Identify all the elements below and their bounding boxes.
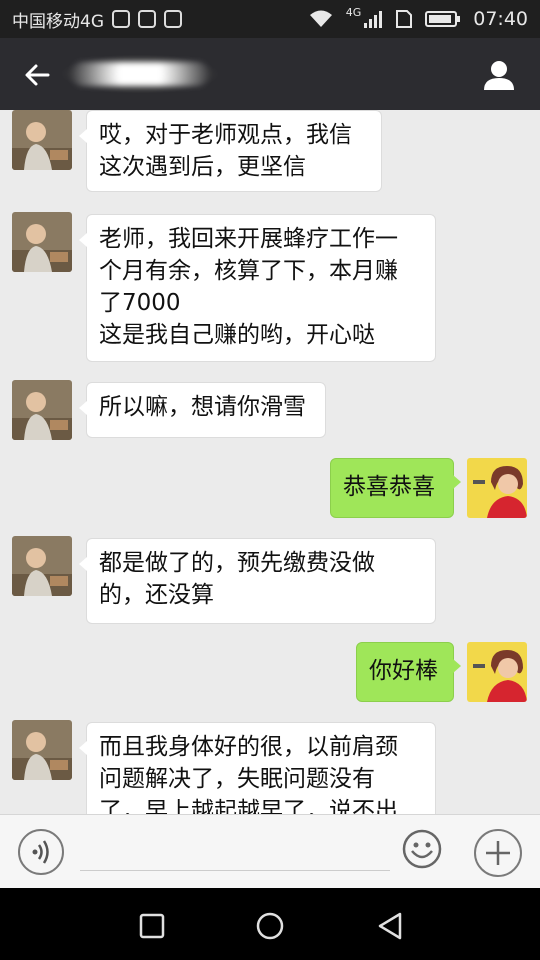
message-bubble[interactable]: 老师，我回来开展蜂疗工作一 个月有余，核算了下，本月赚 了7000 这是我自己赚… <box>79 214 436 362</box>
avatar[interactable] <box>12 380 72 440</box>
recent-apps-icon[interactable] <box>134 908 170 944</box>
message-bubble-self[interactable]: 恭喜恭喜 <box>330 458 461 518</box>
message-bubble[interactable]: 而且我身体好的很，以前肩颈 问题解决了，失眠问题没有 了，早上越起越早了，说不出 <box>79 722 436 814</box>
message-bubble[interactable]: 都是做了的，预先缴费没做 的，还没算 <box>79 538 436 624</box>
avatar[interactable] <box>12 536 72 596</box>
input-bar <box>0 814 540 888</box>
voice-icon[interactable] <box>18 829 64 875</box>
chat-area[interactable]: 哎，对于老师观点，我信 这次遇到后，更坚信 老师，我回来开展蜂疗工作一 个月有余… <box>0 110 540 814</box>
sim-icon <box>396 10 413 28</box>
status-time: 07:40 <box>473 8 528 30</box>
home-icon[interactable] <box>252 908 288 944</box>
image-notification-icon <box>112 10 130 28</box>
avatar-self[interactable] <box>467 458 527 518</box>
avatar[interactable] <box>12 110 72 170</box>
avatar-self[interactable] <box>467 642 527 702</box>
network-badge: 4G <box>345 5 362 19</box>
carrier-label: 中国移动4G <box>12 11 104 32</box>
message-bubble-self[interactable]: 你好棒 <box>356 642 461 702</box>
chat-header <box>0 38 540 110</box>
status-left: 中国移动4G <box>0 7 182 32</box>
app-notification-icon-2 <box>164 10 182 28</box>
chat-title <box>70 62 210 86</box>
emoji-icon[interactable] <box>402 829 442 869</box>
system-nav-bar <box>0 888 540 960</box>
status-bar: 中国移动4G 4G 07:40 <box>0 0 540 38</box>
avatar[interactable] <box>12 720 72 780</box>
back-arrow-icon[interactable] <box>22 60 52 90</box>
avatar[interactable] <box>12 212 72 272</box>
message-bubble[interactable]: 所以嘛，想请你滑雪 <box>79 382 326 438</box>
app-notification-icon <box>138 10 156 28</box>
status-right: 4G 07:40 <box>308 5 540 30</box>
message-bubble[interactable]: 哎，对于老师观点，我信 这次遇到后，更坚信 <box>79 110 382 192</box>
signal-icon <box>364 11 383 28</box>
person-icon[interactable] <box>482 58 516 92</box>
wifi-icon <box>309 10 332 27</box>
plus-icon[interactable] <box>474 829 522 877</box>
battery-icon <box>425 11 461 27</box>
message-input[interactable] <box>80 835 390 871</box>
back-icon[interactable] <box>372 908 408 944</box>
